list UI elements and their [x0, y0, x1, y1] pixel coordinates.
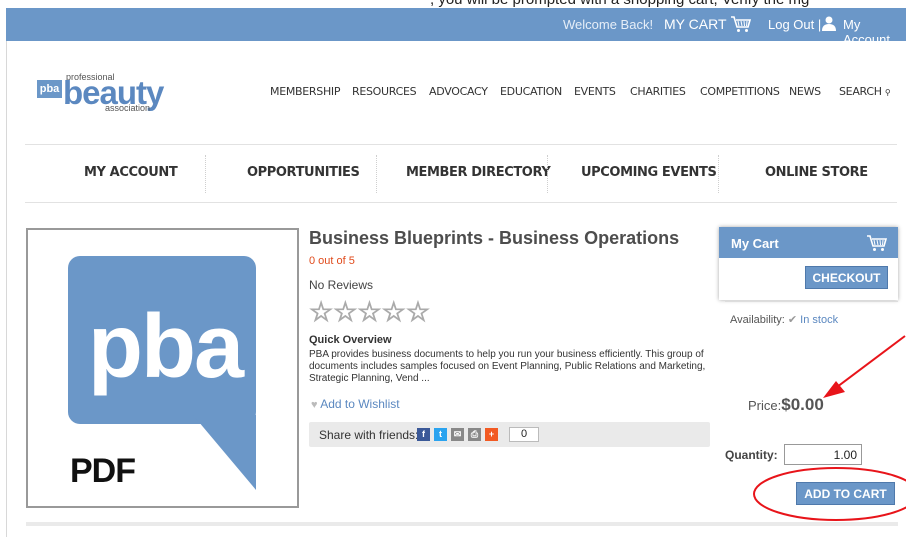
nav-resources[interactable]: RESOURCES: [352, 85, 417, 98]
logo-bottom-text: association: [105, 103, 151, 113]
bottom-divider: [26, 522, 898, 526]
product-image[interactable]: pba PDF: [26, 228, 299, 508]
nav-advocacy[interactable]: ADVOCACY: [429, 85, 488, 98]
nav-events[interactable]: EVENTS: [574, 85, 616, 98]
subnav-my-account[interactable]: MY ACCOUNT: [84, 165, 178, 180]
quantity-input[interactable]: [784, 444, 862, 465]
share-bar: Share with friends: f t ✉ ⎙ + 0: [309, 422, 710, 447]
logo-badge: pba: [37, 80, 62, 98]
reviews-count: No Reviews: [309, 278, 374, 292]
quantity-label: Quantity:: [725, 448, 778, 462]
rating-text: 0 out of 5: [309, 255, 355, 267]
subnav-member-directory[interactable]: MEMBER DIRECTORY: [406, 165, 551, 180]
nav-competitions[interactable]: COMPETITIONS: [700, 85, 780, 98]
heart-icon: ♥: [311, 399, 318, 411]
email-icon[interactable]: ✉: [451, 428, 464, 441]
add-to-wishlist-link[interactable]: ♥ Add to Wishlist: [311, 397, 400, 411]
checkmark-icon: ✔: [787, 314, 798, 326]
product-image-caption: PDF: [70, 452, 136, 490]
subnav-separator: [547, 155, 548, 193]
nav-charities[interactable]: CHARITIES: [630, 85, 686, 98]
add-to-cart-button[interactable]: ADD TO CART: [796, 482, 895, 505]
subnav-separator: [718, 155, 719, 193]
price-value: $0.00: [781, 395, 824, 414]
nav-news[interactable]: NEWS: [789, 85, 821, 98]
wishlist-label: Add to Wishlist: [320, 397, 400, 411]
star-rating[interactable]: ☆☆☆☆☆: [308, 297, 430, 328]
my-cart-title: My Cart: [731, 236, 779, 251]
cart-icon: [866, 234, 888, 255]
user-icon: [821, 15, 837, 34]
subnav-online-store[interactable]: ONLINE STORE: [765, 165, 868, 180]
nav-membership[interactable]: MEMBERSHIP: [270, 85, 341, 98]
quick-overview-text: PBA provides business documents to help …: [309, 349, 706, 384]
subnav-divider-top: [25, 144, 897, 145]
availability-label: Availability:: [730, 314, 785, 326]
price-label: Price:: [748, 398, 782, 413]
availability: Availability: ✔ In stock: [730, 313, 838, 326]
speech-bubble-tail: [193, 415, 256, 490]
availability-value: In stock: [800, 314, 839, 326]
availability-divider: [725, 301, 898, 302]
my-cart-header: My Cart: [719, 227, 898, 258]
nav-education[interactable]: EDUCATION: [500, 85, 562, 98]
subnav-upcoming-events[interactable]: UPCOMING EVENTS: [581, 165, 717, 180]
print-icon[interactable]: ⎙: [468, 428, 481, 441]
log-out-link[interactable]: Log Out |: [768, 17, 821, 32]
pba-logo[interactable]: pba professional beauty association: [37, 70, 172, 115]
checkout-button[interactable]: CHECKOUT: [805, 266, 888, 289]
annotation-arrow: [823, 335, 906, 398]
product-image-text: pba: [88, 297, 244, 397]
subnav-divider-bottom: [25, 202, 897, 203]
my-account-link[interactable]: My Account: [843, 17, 906, 47]
price: Price:$0.00: [748, 395, 824, 415]
quick-overview-label: Quick Overview: [309, 334, 392, 346]
my-cart-link[interactable]: MY CART: [664, 16, 727, 32]
instruction-strip: , you will be prompted with a shopping c…: [0, 0, 906, 8]
facebook-icon[interactable]: f: [417, 428, 430, 441]
share-count: 0: [509, 427, 539, 442]
subnav-separator: [376, 155, 377, 193]
top-bar: Welcome Back! MY CART Log Out | My Accou…: [6, 8, 906, 47]
nav-search-label: SEARCH: [839, 85, 882, 98]
search-icon: ⚲: [884, 88, 891, 97]
cart-icon[interactable]: [730, 15, 752, 36]
nav-search[interactable]: SEARCH ⚲: [839, 85, 891, 98]
subnav-opportunities[interactable]: OPPORTUNITIES: [247, 165, 360, 180]
plus-icon[interactable]: +: [485, 428, 498, 441]
welcome-text: Welcome Back!: [563, 17, 654, 32]
instruction-text: , you will be prompted with a shopping c…: [430, 0, 809, 8]
subnav-separator: [205, 155, 206, 193]
product-title: Business Blueprints - Business Operation…: [309, 228, 680, 248]
page-border: [6, 41, 7, 537]
share-label: Share with friends:: [319, 428, 419, 442]
twitter-icon[interactable]: t: [434, 428, 447, 441]
